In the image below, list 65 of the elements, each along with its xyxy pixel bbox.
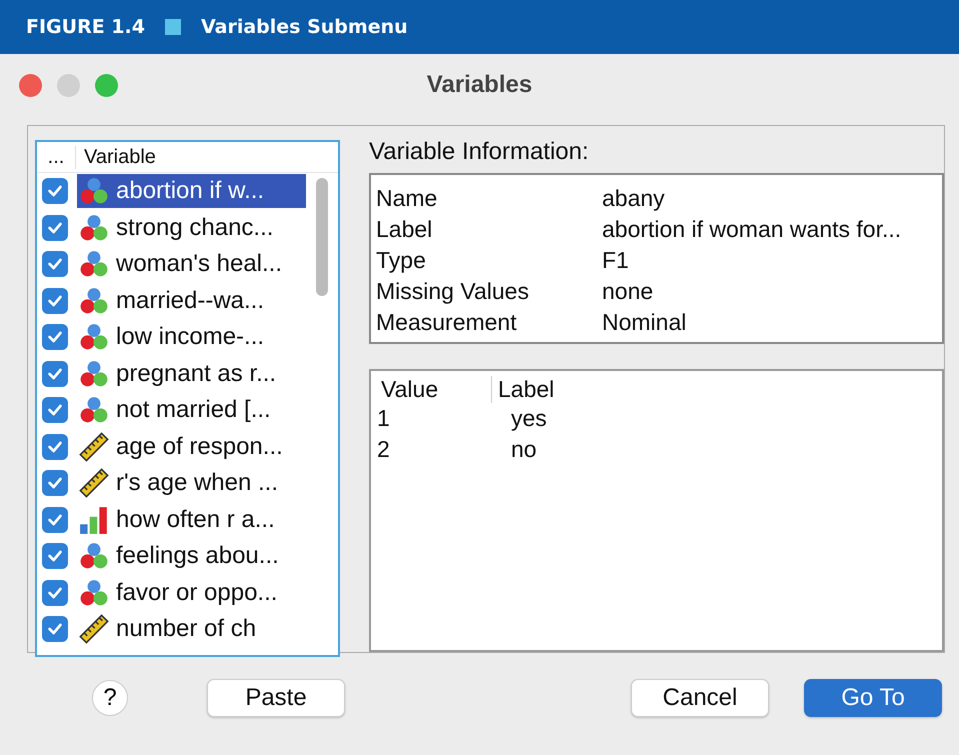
three-balls-icon — [79, 176, 109, 206]
bar-chart-icon — [79, 504, 109, 535]
paste-button[interactable]: Paste — [207, 679, 345, 717]
three-balls-icon — [79, 541, 109, 572]
scrollbar[interactable] — [316, 178, 328, 296]
three-balls-icon — [79, 322, 109, 352]
checkbox[interactable] — [42, 470, 68, 496]
variable-item[interactable]: number of ch — [77, 612, 306, 646]
variable-item[interactable]: abortion if w... — [77, 174, 306, 208]
window-title: Variables — [426, 71, 532, 99]
variable-item[interactable]: how often r a... — [77, 502, 306, 537]
checkbox[interactable] — [42, 506, 68, 533]
checkbox[interactable] — [42, 324, 68, 350]
variable-item[interactable]: favor or oppo... — [77, 576, 306, 610]
field-name: Missing Values — [376, 278, 530, 305]
checkbox[interactable] — [42, 288, 68, 314]
section-heading: Variable Information: — [369, 138, 590, 167]
variable-item[interactable]: low income-... — [77, 320, 306, 354]
table-cell-text: 2 — [377, 436, 391, 463]
field-value: abany — [602, 185, 665, 212]
help-button[interactable]: ? — [92, 680, 128, 716]
checkbox[interactable] — [42, 397, 68, 424]
field-name: Type — [376, 247, 427, 274]
field-value: abortion if woman wants for... — [602, 216, 902, 243]
column-header: ... — [37, 146, 76, 168]
field-value: Nominal — [602, 309, 686, 336]
go-to-button[interactable]: Go To — [804, 679, 942, 717]
three-balls-icon — [79, 358, 109, 389]
figure-title: Variables Submenu — [200, 16, 408, 38]
three-balls-icon — [79, 578, 109, 608]
field-value: none — [602, 278, 654, 305]
checkbox[interactable] — [42, 360, 68, 387]
column-header: Variable — [83, 146, 156, 168]
table-cell: yes — [511, 405, 547, 432]
checkbox[interactable] — [42, 616, 68, 642]
variable-item[interactable]: strong chanc... — [77, 210, 306, 245]
cancel-button[interactable]: Cancel — [631, 679, 769, 717]
table-cell: no — [511, 436, 537, 463]
column-header: Value — [377, 376, 492, 402]
variable-item[interactable]: r's age when ... — [77, 466, 306, 500]
field-name: Name — [376, 185, 438, 212]
variable-item[interactable]: not married [... — [77, 393, 306, 428]
checkbox[interactable] — [42, 251, 68, 278]
three-balls-icon — [79, 249, 109, 280]
field-name: Measurement — [376, 309, 518, 336]
square-icon — [164, 19, 181, 35]
variable-item[interactable]: feelings abou... — [77, 539, 306, 574]
variable-item[interactable]: age of respon... — [77, 430, 306, 464]
close-button[interactable] — [19, 74, 42, 97]
variable-item[interactable]: woman's heal... — [77, 247, 306, 282]
checkbox[interactable] — [42, 543, 68, 570]
checkbox[interactable] — [42, 434, 68, 460]
figure-number: FIGURE 1.4 — [26, 16, 145, 38]
three-balls-icon — [79, 286, 109, 316]
checkbox[interactable] — [42, 178, 68, 204]
three-balls-icon — [79, 212, 109, 243]
variable-item[interactable]: pregnant as r... — [77, 356, 306, 391]
field-value: F1 — [602, 247, 629, 274]
variable-item[interactable]: married--wa... — [77, 284, 306, 318]
checkbox[interactable] — [42, 580, 68, 606]
field-name: Label — [376, 216, 434, 243]
table-cell-text: 1 — [377, 405, 391, 432]
three-balls-icon — [79, 395, 109, 426]
column-header: Label — [497, 376, 554, 402]
checkbox[interactable] — [42, 214, 68, 241]
